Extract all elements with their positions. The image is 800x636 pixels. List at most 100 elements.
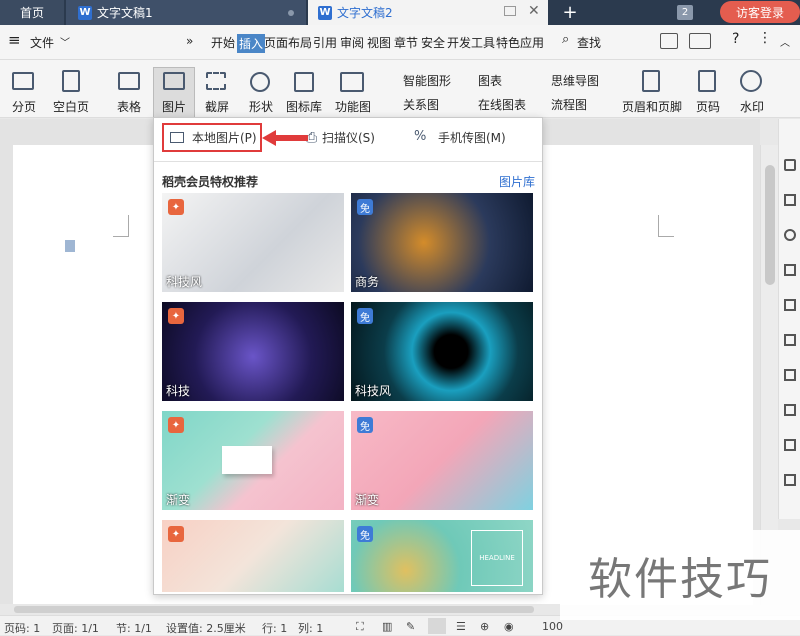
search-icon[interactable]: ⌕ xyxy=(562,32,569,47)
pen-icon[interactable]: ✎ xyxy=(406,620,415,633)
relation-chart-button[interactable]: 关系图 xyxy=(385,96,445,113)
layout-icon[interactable] xyxy=(689,33,711,49)
tab-doc1[interactable]: W 文字文稿1 xyxy=(66,0,306,25)
thumb-gradient-2[interactable]: 免 渐变 xyxy=(351,411,533,510)
header-footer-button[interactable]: 页眉和页脚 xyxy=(620,98,684,115)
translate-icon[interactable] xyxy=(784,439,796,451)
hamburger-icon[interactable]: ≡ xyxy=(8,31,21,49)
thumb-label: 渐变 xyxy=(166,493,191,507)
page-number-button[interactable]: 页码 xyxy=(688,98,728,115)
blank-page-icon xyxy=(62,70,80,92)
menu-insert[interactable]: 插入 xyxy=(237,34,266,53)
thumb-gradient[interactable]: ✦ 渐变 xyxy=(162,411,344,510)
thumb-tech-style-2[interactable]: 免 科技风 xyxy=(351,302,533,401)
reading-icon[interactable]: ▥ xyxy=(382,620,392,633)
thumb-business[interactable]: 免 商务 xyxy=(351,193,533,292)
menu-bar: ≡ 文件 ﹀ ⟲ ⌕ » 开始 插入 页面布局 引用 审阅 视图 章节 安全 开… xyxy=(0,25,800,74)
picture-icon xyxy=(163,72,185,90)
hscroll-thumb[interactable] xyxy=(14,606,534,613)
scroll-thumb[interactable] xyxy=(765,165,775,285)
search-label[interactable]: 查找 xyxy=(577,34,601,51)
horizontal-scrollbar[interactable] xyxy=(0,604,560,615)
fullscreen-icon[interactable]: ⛶ xyxy=(356,620,364,634)
online-chart-button[interactable]: 在线图表 xyxy=(460,96,530,113)
menu-security[interactable]: 安全 xyxy=(421,34,445,51)
help-icon[interactable]: ? xyxy=(732,31,739,47)
menu-section[interactable]: 章节 xyxy=(394,34,418,51)
right-sidebar xyxy=(778,119,800,519)
page-view-icon[interactable] xyxy=(428,618,446,634)
menu-special-apps[interactable]: 特色应用 xyxy=(496,34,544,51)
mobile-upload-item[interactable]: 手机传图(M) xyxy=(438,129,506,146)
edit-icon[interactable] xyxy=(784,159,796,171)
status-setting: 设置值: 2.5厘米 xyxy=(166,622,246,635)
file-menu[interactable]: 文件 xyxy=(30,34,54,51)
status-col: 列: 1 xyxy=(298,622,324,635)
more-chevron-icon[interactable]: » xyxy=(186,34,193,48)
thumb-abstract[interactable]: ✦ xyxy=(162,520,344,592)
tab-doc2-label: 文字文稿2 xyxy=(337,6,393,20)
menu-view[interactable]: 视图 xyxy=(367,34,391,51)
divider xyxy=(154,161,542,162)
local-picture-item[interactable]: 本地图片(P) xyxy=(162,123,262,152)
menu-references[interactable]: 引用 xyxy=(313,34,337,51)
web-view-icon[interactable]: ⊕ xyxy=(480,620,489,633)
fire-icon: ✦ xyxy=(168,308,184,324)
writer-icon: W xyxy=(78,5,92,20)
image-tool-icon[interactable] xyxy=(784,369,796,381)
blank-page-button[interactable]: 空白页 xyxy=(46,98,96,115)
menu-start[interactable]: 开始 xyxy=(211,34,235,51)
settings-icon[interactable] xyxy=(784,334,796,346)
mind-map-button[interactable]: 思维导图 xyxy=(533,72,607,89)
phone-icon: % xyxy=(414,129,427,144)
image-icon xyxy=(170,132,184,143)
tab-home[interactable]: 首页 xyxy=(0,0,64,25)
status-section: 节: 1/1 xyxy=(116,622,152,635)
picture-library-link[interactable]: 图片库 xyxy=(499,173,535,190)
tab-doc2[interactable]: W 文字文稿2 ✕ xyxy=(308,0,548,25)
flowchart-button[interactable]: 流程图 xyxy=(533,96,595,113)
tab-count-badge[interactable]: 2 xyxy=(677,5,693,20)
shape-button[interactable]: 形状 xyxy=(240,98,282,115)
share-icon[interactable] xyxy=(660,33,678,49)
thumb-tech-style[interactable]: ✦ 科技风 xyxy=(162,193,344,292)
monitor-icon[interactable] xyxy=(504,6,516,16)
style-icon[interactable] xyxy=(784,264,796,276)
page-number-icon xyxy=(698,70,716,92)
screenshot-button[interactable]: 截屏 xyxy=(197,98,237,115)
thumb-tech[interactable]: ✦ 科技 xyxy=(162,302,344,401)
free-badge: 免 xyxy=(357,308,373,324)
chevron-down-icon[interactable]: ﹀ xyxy=(60,34,70,49)
select-icon[interactable] xyxy=(784,194,796,206)
zoom-level[interactable]: 100 xyxy=(542,620,563,633)
watermark-button[interactable]: 水印 xyxy=(732,98,772,115)
chart-button[interactable]: 图表 xyxy=(460,72,520,89)
shapes-icon[interactable] xyxy=(784,229,796,241)
thumb-headline[interactable]: 免 HEADLINE xyxy=(351,520,533,592)
icon-library-button[interactable]: 图标库 xyxy=(284,98,324,115)
headline-card: HEADLINE xyxy=(471,530,523,586)
menu-page-layout[interactable]: 页面布局 xyxy=(264,34,312,51)
box-icon[interactable] xyxy=(784,474,796,486)
menu-dev-tools[interactable]: 开发工具 xyxy=(447,34,495,51)
function-chart-button[interactable]: 功能图 xyxy=(330,98,376,115)
smart-graphic-button[interactable]: 智能图形 xyxy=(385,72,455,89)
table-button[interactable]: 表格 xyxy=(110,98,148,115)
page-break-button[interactable]: 分页 xyxy=(4,98,44,115)
thumb-label: 科技 xyxy=(166,384,191,398)
eye-icon[interactable]: ◉ xyxy=(504,620,514,633)
collapse-icon[interactable]: ︿ xyxy=(780,34,790,49)
visitor-login-button[interactable]: 访客登录 xyxy=(720,1,800,23)
paragraph-icon[interactable] xyxy=(65,240,75,252)
more-icon[interactable]: ⋮ xyxy=(758,30,772,46)
scanner-item[interactable]: 扫描仪(S) xyxy=(322,129,375,146)
thumb-label: 商务 xyxy=(355,275,380,289)
menu-review[interactable]: 审阅 xyxy=(340,34,364,51)
table-tool-icon[interactable] xyxy=(784,299,796,311)
picture-button[interactable]: 图片 xyxy=(155,98,193,115)
close-tab-icon[interactable]: ✕ xyxy=(528,3,540,19)
share-tool-icon[interactable] xyxy=(784,404,796,416)
thumb-label: 科技风 xyxy=(355,384,392,398)
outline-icon[interactable]: ☰ xyxy=(456,620,466,633)
new-tab-icon[interactable]: + xyxy=(556,0,584,25)
